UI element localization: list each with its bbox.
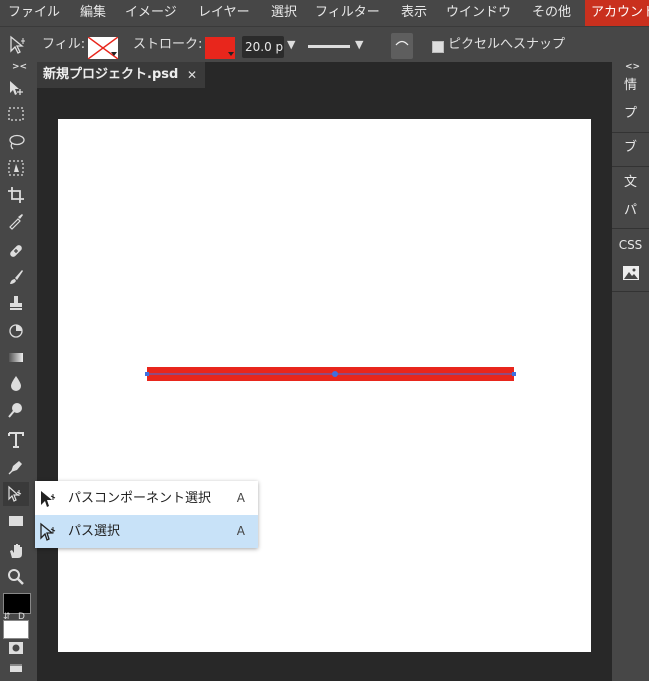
path-component-select-icon [41,491,56,507]
path-select-label: パス選択 [68,524,121,539]
character-panel-button[interactable]: 文 [612,169,649,197]
brush-tool-icon[interactable] [3,265,29,289]
screen-mode-icon[interactable] [3,660,29,676]
curve-button[interactable] [391,33,413,59]
account-button[interactable]: アカウント [585,0,649,26]
document-tab-title: 新規プロジェクト.psd [43,67,179,82]
background-color-swatch[interactable] [3,620,29,639]
fill-swatch[interactable] [88,37,118,59]
menu-image[interactable]: イメージ [125,0,177,26]
stroke-style-dropdown-icon[interactable]: ▼ [355,38,363,51]
healing-brush-tool-icon[interactable] [3,239,29,263]
stroke-swatch[interactable] [205,37,235,59]
info-panel-button[interactable]: 情 [612,72,649,100]
brush-panel-button[interactable]: ブ [612,134,649,162]
pen-tool-icon[interactable] [3,455,29,479]
fill-label: フィル: [42,37,86,52]
quick-mask-icon[interactable] [3,638,29,658]
snap-checkbox[interactable] [432,41,444,53]
crop-tool-icon[interactable] [3,183,29,207]
tool-panel: >< ⇵ D [0,62,37,681]
path-center-point [332,371,338,377]
stroke-width-field[interactable]: 20.0 p [242,36,284,58]
blur-tool-icon[interactable] [3,371,29,395]
properties-panel-button[interactable]: プ [612,100,649,128]
path-select-icon [40,522,56,541]
document-canvas[interactable] [58,119,591,652]
paragraph-panel-button[interactable]: パ [612,197,649,225]
options-bar: フィル: ストローク: 20.0 p ▼ ▼ ピクセルへスナップ [0,26,649,63]
text-tool-icon[interactable] [3,428,29,452]
image-panel-button[interactable] [612,259,649,287]
css-panel-button[interactable]: CSS [612,231,649,259]
quick-select-tool-icon[interactable] [3,156,29,180]
menu-select[interactable]: 選択 [271,0,297,26]
right-panel-divider [612,291,649,292]
path-anchor-end [512,372,516,376]
document-tab[interactable]: 新規プロジェクト.psd ✕ [37,62,205,88]
close-tab-icon[interactable]: ✕ [187,62,197,88]
image-icon [622,265,639,280]
eraser-tool-icon[interactable] [3,318,29,342]
right-panel-divider [612,228,649,229]
menu-filter[interactable]: フィルター [315,0,380,26]
snap-label: ピクセルへスナップ [448,37,566,52]
menu-bar: ファイル 編集 イメージ レイヤー 選択 フィルター 表示 ウインドウ その他 … [0,0,649,26]
right-panel-divider [612,166,649,167]
path-component-select-label: パスコンポーネント選択 [68,491,212,506]
menu-view[interactable]: 表示 [401,0,427,26]
lasso-tool-icon[interactable] [3,130,29,154]
right-panel: <> 情 プ ブ 文 パ CSS [612,62,649,681]
stroke-style-dropdown[interactable] [308,45,350,48]
dodge-tool-icon[interactable] [3,398,29,422]
path-select-tool-icon[interactable] [3,482,29,506]
path-select-tool-icon [8,35,30,59]
right-panel-divider [612,132,649,133]
zoom-tool-icon[interactable] [3,565,29,589]
menu-more[interactable]: その他 [532,0,571,26]
path-component-select-item[interactable]: パスコンポーネント選択 A [35,482,258,515]
foreground-color-swatch[interactable] [3,593,31,614]
rectangle-tool-icon[interactable] [3,509,29,533]
eyedropper-tool-icon[interactable] [3,209,29,233]
tool-flyout-menu: パスコンポーネント選択 A パス選択 A [35,481,258,548]
path-select-item[interactable]: パス選択 A [35,515,258,548]
stroke-label: ストローク: [133,37,203,52]
menu-window[interactable]: ウインドウ [446,0,511,26]
menu-file[interactable]: ファイル [8,0,60,26]
marquee-tool-icon[interactable] [3,102,29,126]
path-anchor-start [145,372,149,376]
stamp-tool-icon[interactable] [3,291,29,315]
menu-layer[interactable]: レイヤー [198,0,250,26]
tool-panel-collapse[interactable]: >< [12,62,27,74]
hand-tool-icon[interactable] [3,539,29,563]
path-component-select-shortcut: A [236,491,245,505]
curve-icon [395,40,409,46]
menu-edit[interactable]: 編集 [80,0,106,26]
stroke-width-dropdown-icon[interactable]: ▼ [287,38,295,51]
gradient-tool-icon[interactable] [3,345,29,369]
path-select-shortcut: A [236,524,245,538]
move-tool-icon[interactable] [3,76,29,100]
